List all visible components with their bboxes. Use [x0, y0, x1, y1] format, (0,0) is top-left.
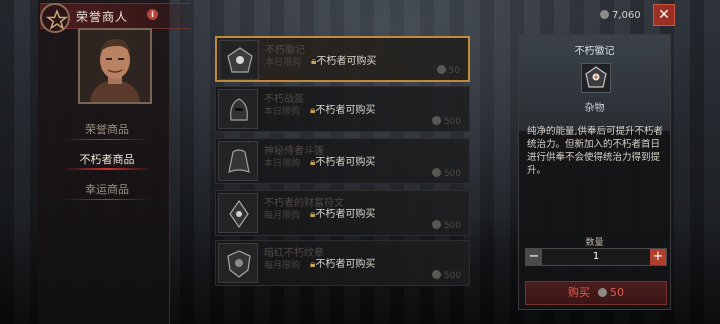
item-price: 500: [431, 116, 461, 127]
close-button[interactable]: ✕: [653, 4, 675, 26]
buy-button[interactable]: 购买 50: [525, 281, 667, 305]
coin-icon: [598, 288, 607, 297]
shop-item-row[interactable]: 神秘侍者斗篷 本日限购 🔒︎不朽者可购买 500: [215, 138, 470, 184]
item-price: 50: [436, 65, 460, 76]
nav-honor-goods[interactable]: 荣誉商品: [58, 120, 156, 140]
coin-icon: [431, 168, 441, 177]
currency-balance: 7,060: [600, 10, 641, 21]
item-limit: 每月限购: [264, 211, 301, 221]
buy-price: 50: [610, 286, 624, 299]
quantity-value[interactable]: 1: [544, 249, 648, 265]
merchant-emblem-icon: [40, 3, 70, 33]
item-price: 500: [431, 270, 461, 281]
sigil-icon: [581, 63, 611, 93]
currency-amount: 7,060: [612, 10, 641, 21]
quantity-label: 数量: [585, 238, 604, 248]
item-price: 500: [431, 168, 461, 179]
helm-icon: [218, 89, 258, 129]
item-price-value: 500: [443, 221, 461, 231]
nav-lucky-goods-label: 幸运商品: [85, 183, 129, 196]
coin-icon: [431, 116, 441, 125]
sigil-icon: [219, 40, 259, 80]
item-price-value: 500: [443, 271, 461, 281]
lock-text: 不朽者可购买: [316, 56, 377, 67]
nav-active-indicator: [62, 168, 152, 170]
item-price-value: 50: [448, 66, 460, 76]
shop-item-row[interactable]: 不朽徽记 本日限购 🔒︎不朽者可购买 50: [215, 36, 470, 82]
increase-button[interactable]: +: [650, 249, 666, 265]
page-title: 荣誉商人: [76, 10, 129, 24]
item-lock-status: 🔒︎不朽者可购买: [310, 101, 375, 116]
shop-item-row[interactable]: 暗红不朽纹章 每月限购 🔒︎不朽者可购买 500: [215, 240, 470, 286]
item-name: 不朽徽记: [265, 45, 305, 56]
nav-divider: [62, 199, 152, 200]
rune-icon: [218, 193, 258, 233]
quantity-stepper[interactable]: − 1 +: [525, 248, 667, 266]
coin-icon: [431, 220, 441, 229]
item-lock-status: 🔒︎不朽者可购买: [311, 52, 376, 67]
item-price-value: 500: [443, 117, 461, 127]
lock-text: 不朽者可购买: [315, 105, 376, 116]
item-limit: 本日限购: [264, 107, 301, 117]
lock-text: 不朽者可购买: [315, 157, 376, 168]
nav-lucky-goods[interactable]: 幸运商品: [58, 180, 156, 200]
lock-text: 不朽者可购买: [315, 209, 376, 220]
detail-title: 不朽徽记: [574, 46, 615, 57]
item-limit: 本日限购: [265, 58, 302, 68]
detail-category: 杂物: [584, 103, 605, 114]
item-price-value: 500: [443, 169, 461, 179]
item-name: 不朽战盔: [264, 94, 304, 105]
decrease-button[interactable]: −: [526, 249, 542, 265]
merchant-portrait: [78, 28, 152, 104]
cloak-icon: [218, 141, 258, 181]
coin-icon: [436, 65, 446, 74]
nav-honor-goods-label: 荣誉商品: [85, 123, 129, 136]
detail-description: 纯净的能量,供奉后可提升不朽者统治力。但新加入的不朽者首日进行供奉不会使得统治力…: [527, 126, 664, 176]
item-lock-status: 🔒︎不朽者可购买: [310, 205, 375, 220]
info-icon[interactable]: i: [147, 9, 158, 20]
nav-immortal-goods[interactable]: 不朽者商品: [58, 150, 156, 170]
coin-icon: [600, 10, 609, 19]
shop-item-row[interactable]: 不朽战盔 本日限购 🔒︎不朽者可购买 500: [215, 86, 470, 132]
shop-item-row[interactable]: 不朽者的财富符文 每月限购 🔒︎不朽者可购买 500: [215, 190, 470, 236]
item-detail-panel: 不朽徽记 杂物 纯净的能量,供奉后可提升不朽者统治力。但新加入的不朽者首日进行供…: [518, 34, 671, 310]
item-limit: 每月限购: [264, 261, 301, 271]
item-lock-status: 🔒︎不朽者可购买: [310, 153, 375, 168]
item-lock-status: 🔒︎不朽者可购买: [310, 255, 375, 270]
coin-icon: [431, 270, 441, 279]
nav-immortal-goods-label: 不朽者商品: [79, 153, 135, 166]
crest-icon: [218, 243, 258, 283]
nav-divider: [62, 139, 152, 140]
item-price: 500: [431, 220, 461, 231]
buy-label: 购买: [568, 286, 590, 299]
item-limit: 本日限购: [264, 159, 301, 169]
lock-text: 不朽者可购买: [315, 259, 376, 270]
